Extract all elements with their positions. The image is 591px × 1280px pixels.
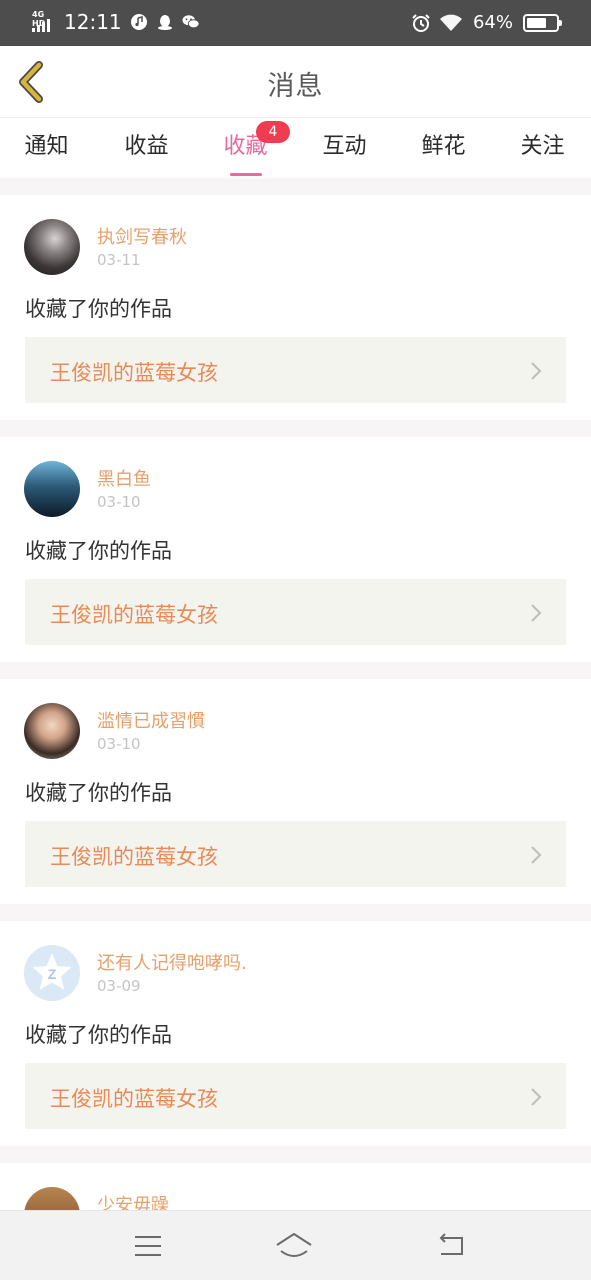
- username[interactable]: 执剑写春秋: [97, 223, 187, 249]
- username[interactable]: 还有人记得咆哮吗.: [97, 949, 247, 975]
- wifi-icon: [439, 14, 462, 31]
- chevron-right-icon: [531, 604, 542, 622]
- action-text: 收藏了你的作品: [25, 1023, 172, 1047]
- app-header: 消息: [0, 46, 591, 118]
- message-card: 滥情已成習慣 03-10 收藏了你的作品 王俊凯的蓝莓女孩: [0, 679, 591, 904]
- tab-earnings[interactable]: 收益: [97, 128, 196, 160]
- work-link[interactable]: 王俊凯的蓝莓女孩: [25, 1063, 566, 1129]
- chevron-right-icon: [531, 362, 542, 380]
- svg-text:Z: Z: [48, 966, 57, 982]
- status-bar: 4G HD 12:11 64%: [0, 0, 591, 46]
- message-date: 03-09: [97, 977, 141, 995]
- unread-badge: 4: [256, 121, 290, 143]
- username[interactable]: 滥情已成習慣: [97, 707, 205, 733]
- menu-icon: [135, 1236, 161, 1256]
- back-nav-button[interactable]: [430, 1229, 470, 1263]
- qq-icon: [157, 15, 172, 30]
- tab-notifications[interactable]: 通知: [0, 128, 96, 160]
- status-time: 12:11: [64, 10, 122, 34]
- message-card: 少安毋躁: [0, 1163, 591, 1210]
- action-text: 收藏了你的作品: [25, 539, 172, 563]
- battery-percent: 64%: [472, 12, 513, 33]
- work-title: 王俊凯的蓝莓女孩: [50, 361, 218, 385]
- system-nav-bar: [0, 1210, 591, 1280]
- action-text: 收藏了你的作品: [25, 781, 172, 805]
- wechat-icon: [182, 15, 200, 29]
- work-title: 王俊凯的蓝莓女孩: [50, 845, 218, 869]
- work-title: 王俊凯的蓝莓女孩: [50, 603, 218, 627]
- username[interactable]: 黑白鱼: [97, 465, 151, 491]
- tab-favorites[interactable]: 收藏 4: [196, 121, 295, 176]
- tab-interactions[interactable]: 互动: [295, 128, 394, 160]
- action-text: 收藏了你的作品: [25, 297, 172, 321]
- chevron-right-icon: [531, 1088, 542, 1106]
- avatar[interactable]: Z: [24, 945, 80, 1001]
- avatar[interactable]: [24, 461, 80, 517]
- message-date: 03-11: [97, 251, 141, 269]
- message-card: Z 还有人记得咆哮吗. 03-09 收藏了你的作品 王俊凯的蓝莓女孩: [0, 921, 591, 1146]
- message-card: 执剑写春秋 03-11 收藏了你的作品 王俊凯的蓝莓女孩: [0, 195, 591, 420]
- tab-label: 通知: [24, 134, 69, 159]
- work-title: 王俊凯的蓝莓女孩: [50, 1087, 218, 1111]
- username[interactable]: 少安毋躁: [97, 1191, 169, 1210]
- tab-label: 互动: [322, 134, 367, 159]
- battery-icon: [523, 14, 562, 32]
- message-date: 03-10: [97, 735, 141, 753]
- alarm-icon: [412, 14, 430, 32]
- home-button[interactable]: [274, 1229, 314, 1263]
- avatar[interactable]: [24, 703, 80, 759]
- tab-label: 关注: [520, 134, 565, 159]
- message-date: 03-10: [97, 493, 141, 511]
- active-tab-indicator: [229, 173, 262, 176]
- tab-label: 收益: [124, 134, 169, 159]
- tab-follows[interactable]: 关注: [493, 128, 591, 160]
- work-link[interactable]: 王俊凯的蓝莓女孩: [25, 337, 566, 403]
- tab-label: 鲜花: [421, 134, 466, 159]
- signal-icon: 4G HD: [32, 10, 58, 34]
- home-icon: [276, 1233, 312, 1257]
- avatar[interactable]: [24, 1187, 80, 1210]
- work-link[interactable]: 王俊凯的蓝莓女孩: [25, 821, 566, 887]
- work-link[interactable]: 王俊凯的蓝莓女孩: [25, 579, 566, 645]
- back-arrow-icon: [439, 1233, 463, 1255]
- default-avatar-icon: Z: [32, 953, 72, 990]
- music-icon: [130, 14, 147, 30]
- message-card: 黑白鱼 03-10 收藏了你的作品 王俊凯的蓝莓女孩: [0, 437, 591, 662]
- avatar[interactable]: [24, 219, 80, 275]
- tab-bar: 通知 收益 收藏 4 互动 鲜花 关注: [0, 118, 591, 178]
- chevron-right-icon: [531, 846, 542, 864]
- tab-flowers[interactable]: 鲜花: [394, 128, 493, 160]
- page-title: 消息: [267, 71, 324, 102]
- menu-button[interactable]: [128, 1229, 168, 1263]
